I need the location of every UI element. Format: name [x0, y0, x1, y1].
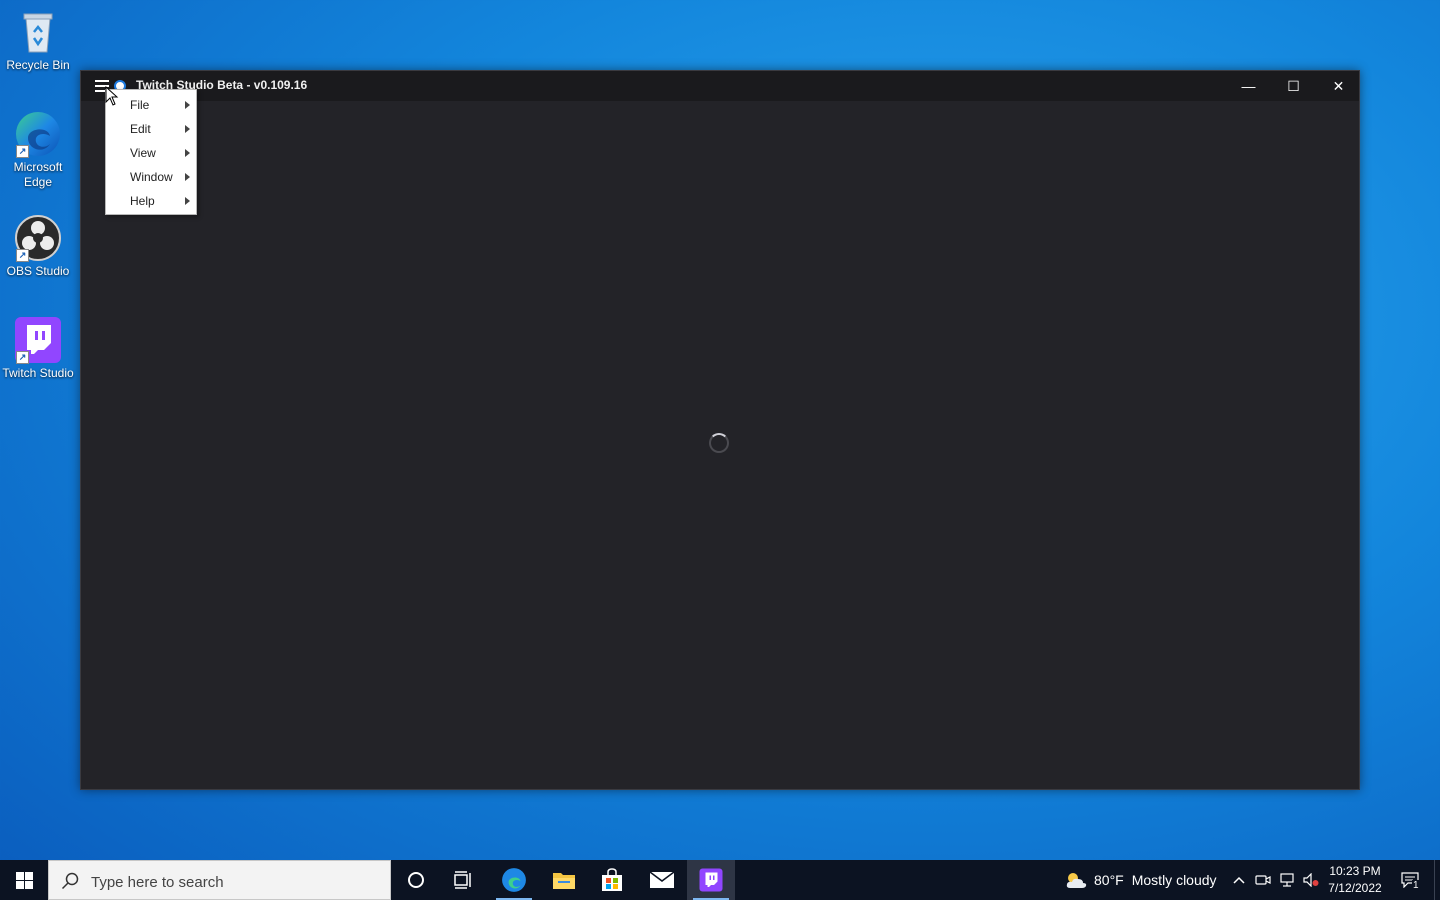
taskbar-search-box[interactable] [48, 860, 391, 900]
minimize-icon: — [1241, 78, 1256, 94]
desktop-icon-label: Microsoft Edge [13, 160, 63, 189]
twitch-studio-icon [699, 868, 723, 892]
taskbar-mail-button[interactable] [638, 860, 686, 900]
edge-icon: ↗ [14, 110, 62, 158]
clock-time: 10:23 PM [1329, 864, 1381, 878]
obs-icon: ↗ [14, 214, 62, 262]
menu-item-edit[interactable]: Edit [106, 117, 196, 141]
shortcut-arrow-icon: ↗ [16, 351, 29, 364]
loading-spinner-icon [709, 433, 729, 453]
submenu-arrow-icon [185, 125, 190, 133]
weather-cloudy-icon [1066, 873, 1087, 888]
taskbar-twitch-studio-button[interactable] [687, 860, 735, 900]
taskbar-edge-button[interactable] [490, 860, 538, 900]
maximize-icon: ☐ [1287, 77, 1300, 94]
search-icon [61, 872, 79, 890]
twitch-studio-icon: ↗ [14, 316, 62, 364]
close-button[interactable]: ✕ [1316, 71, 1361, 101]
mouse-cursor-icon [105, 86, 119, 106]
menu-item-label: View [130, 146, 156, 160]
folder-icon [553, 873, 575, 889]
recycle-bin-icon [14, 8, 62, 56]
task-view-button[interactable] [440, 860, 488, 900]
menu-item-label: Edit [130, 122, 151, 136]
desktop-icon-label: OBS Studio [6, 264, 70, 278]
shortcut-arrow-icon: ↗ [16, 249, 29, 262]
taskbar-store-button[interactable] [588, 860, 636, 900]
menu-item-help[interactable]: Help [106, 189, 196, 213]
mail-icon [649, 871, 675, 888]
submenu-arrow-icon [185, 101, 190, 109]
cortana-circle-icon [408, 872, 424, 888]
notification-count-badge: 1 [1412, 880, 1420, 891]
start-button[interactable] [0, 860, 48, 900]
taskbar: 80°F Mostly cloudy 10:23 PM 7/12/2022 1 [0, 860, 1440, 900]
meet-now-icon[interactable] [1255, 872, 1271, 888]
action-center-button[interactable]: 1 [1400, 872, 1420, 891]
network-icon[interactable] [1279, 872, 1295, 888]
search-input[interactable] [89, 869, 383, 895]
desktop-icon-microsoft-edge[interactable]: ↗ Microsoft Edge [0, 110, 76, 190]
menu-item-label: Window [130, 170, 173, 184]
menu-item-label: File [130, 98, 150, 112]
windows-logo-icon [15, 871, 33, 889]
store-bag-icon [602, 868, 622, 891]
desktop-icon-twitch-studio[interactable]: ↗ Twitch Studio [0, 316, 76, 381]
menu-item-label: Help [130, 194, 155, 208]
submenu-arrow-icon [185, 197, 190, 205]
app-menu-dropdown: File Edit View Window Help [105, 89, 197, 215]
maximize-button[interactable]: ☐ [1271, 71, 1316, 101]
submenu-arrow-icon [185, 149, 190, 157]
system-clock[interactable]: 10:23 PM 7/12/2022 [1322, 863, 1388, 897]
edge-icon [502, 868, 526, 892]
desktop-icon-label: Twitch Studio [2, 366, 74, 380]
desktop-icon-label: Recycle Bin [6, 58, 70, 72]
minimize-button[interactable]: — [1226, 71, 1271, 101]
shortcut-arrow-icon: ↗ [16, 145, 29, 158]
show-hidden-icons-chevron-icon[interactable] [1231, 872, 1247, 888]
menu-item-view[interactable]: View [106, 141, 196, 165]
task-view-icon [454, 871, 471, 889]
weather-widget[interactable]: 80°F Mostly cloudy [1060, 860, 1220, 900]
volume-muted-icon[interactable] [1303, 872, 1319, 888]
clock-date: 7/12/2022 [1328, 881, 1382, 895]
weather-temperature: 80°F [1094, 872, 1124, 888]
close-icon: ✕ [1332, 77, 1345, 94]
taskbar-file-explorer-button[interactable] [540, 860, 588, 900]
cortana-button[interactable] [392, 860, 440, 900]
title-bar[interactable]: Twitch Studio Beta - v0.109.16 — ☐ ✕ [81, 71, 1359, 101]
menu-item-window[interactable]: Window [106, 165, 196, 189]
menu-item-file[interactable]: File [106, 93, 196, 117]
weather-description: Mostly cloudy [1131, 872, 1217, 888]
show-desktop-button[interactable] [1434, 860, 1440, 900]
desktop-icon-obs-studio[interactable]: ↗ OBS Studio [0, 214, 76, 279]
twitch-studio-window: Twitch Studio Beta - v0.109.16 — ☐ ✕ [80, 70, 1360, 790]
desktop-icon-recycle-bin[interactable]: Recycle Bin [0, 8, 76, 73]
submenu-arrow-icon [185, 173, 190, 181]
